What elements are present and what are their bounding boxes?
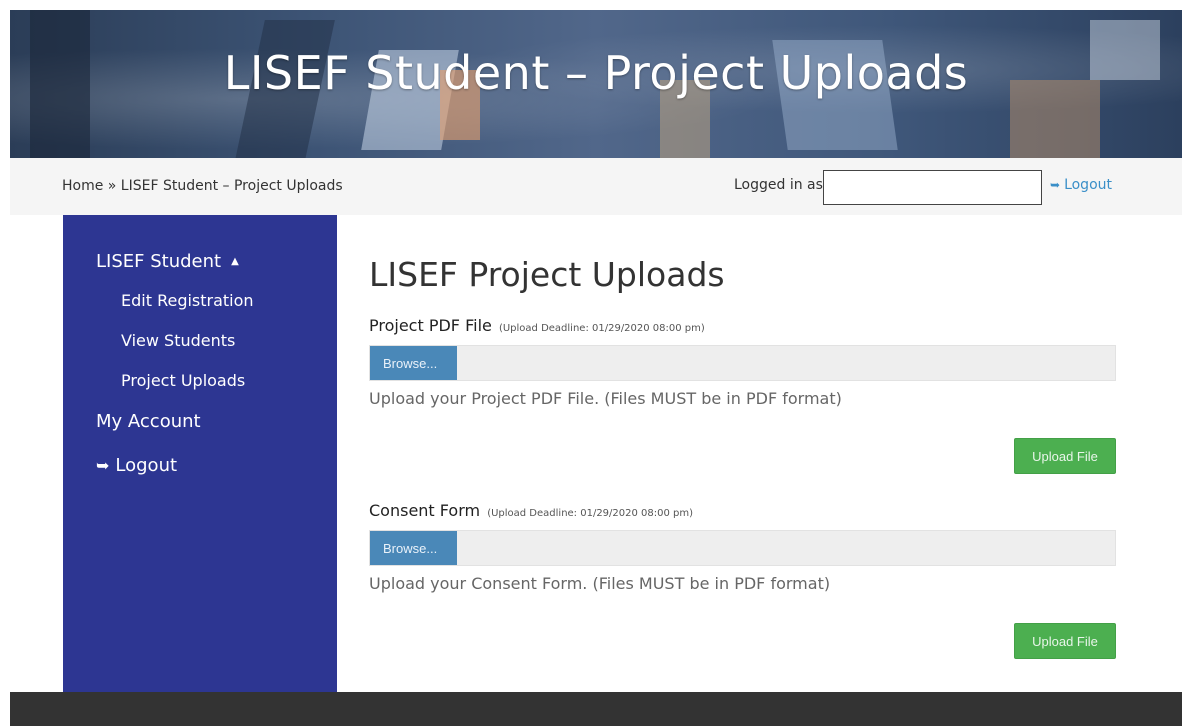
caret-up-icon: ▲	[231, 256, 239, 267]
logged-in-label: Logged in as:	[734, 177, 828, 193]
field-label-text: Consent Form	[369, 501, 481, 520]
footer	[10, 692, 1182, 726]
upload-file-button[interactable]: Upload File	[1014, 438, 1116, 474]
sidebar-item-edit-registration[interactable]: Edit Registration	[63, 289, 337, 329]
sidebar-item-label: View Students	[121, 331, 236, 350]
sidebar-item-view-students[interactable]: View Students	[63, 329, 337, 369]
sidebar-item-lisef-student[interactable]: LISEF Student ▲	[63, 249, 337, 289]
upload-deadline: (Upload Deadline: 01/29/2020 08:00 pm)	[498, 323, 705, 334]
site-title: LISEF Student – Project Uploads	[223, 46, 969, 100]
sidebar-item-label: Edit Registration	[121, 291, 254, 310]
upload-file-button[interactable]: Upload File	[1014, 623, 1116, 659]
sidebar-item-label: Project Uploads	[121, 371, 246, 390]
upload-deadline: (Upload Deadline: 01/29/2020 08:00 pm)	[487, 508, 694, 519]
help-text: Upload your Project PDF File. (Files MUS…	[369, 389, 842, 408]
file-input[interactable]: Browse...	[369, 530, 1116, 566]
field-label-text: Project PDF File	[369, 316, 492, 335]
sidebar-item-label: LISEF Student	[96, 251, 222, 272]
logged-in-user-field[interactable]	[823, 170, 1042, 205]
field-label: Consent Form (Upload Deadline: 01/29/202…	[369, 501, 1116, 520]
sidebar: LISEF Student ▲ Edit Registration View St…	[63, 215, 337, 692]
browse-button[interactable]: Browse...	[370, 346, 457, 380]
sidebar-item-project-uploads[interactable]: Project Uploads	[63, 369, 337, 409]
browse-button[interactable]: Browse...	[370, 531, 457, 565]
page-title: LISEF Project Uploads	[369, 255, 725, 294]
sign-out-icon: ➥	[1050, 178, 1061, 192]
header-logout-link[interactable]: ➥ Logout	[1050, 177, 1112, 193]
header-banner: LISEF Student – Project Uploads	[10, 10, 1182, 158]
header-logout-label: Logout	[1064, 177, 1112, 193]
file-input[interactable]: Browse...	[369, 345, 1116, 381]
upload-project-pdf: Project PDF File (Upload Deadline: 01/29…	[369, 316, 1116, 474]
breadcrumb: Home » LISEF Student – Project Uploads	[62, 178, 343, 194]
sign-out-icon: ➥	[96, 456, 110, 475]
sidebar-item-logout[interactable]: ➥ Logout	[63, 453, 337, 479]
help-text: Upload your Consent Form. (Files MUST be…	[369, 574, 831, 593]
sidebar-item-my-account[interactable]: My Account	[63, 409, 337, 449]
upload-consent-form: Consent Form (Upload Deadline: 01/29/202…	[369, 501, 1116, 659]
breadcrumb-bar: Home » LISEF Student – Project Uploads L…	[10, 158, 1182, 215]
sidebar-item-label: My Account	[96, 411, 201, 432]
field-label: Project PDF File (Upload Deadline: 01/29…	[369, 316, 1116, 335]
sidebar-item-label: Logout	[115, 455, 178, 476]
